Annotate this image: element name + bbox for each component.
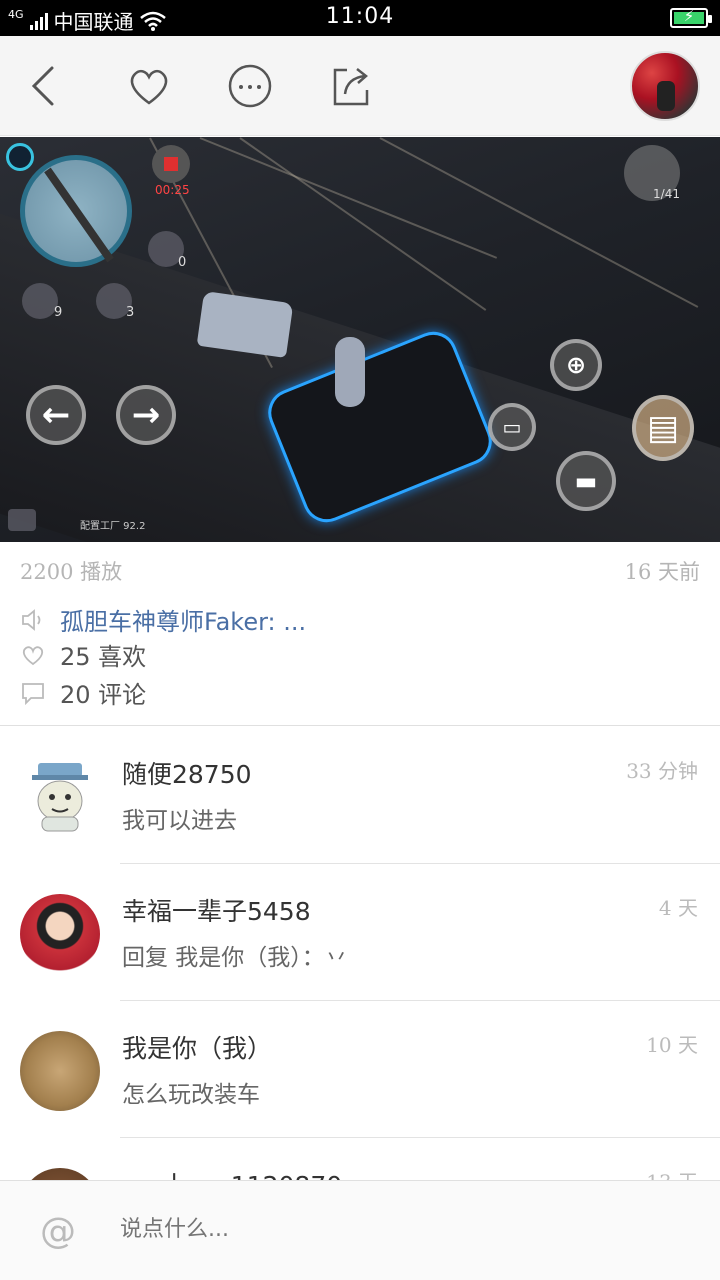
comments-row: 20 评论: [20, 675, 146, 710]
more-icon[interactable]: [226, 62, 274, 110]
post-time: 16 天前: [624, 560, 700, 584]
character: [335, 337, 365, 407]
ammo-count: 1/41: [653, 187, 680, 201]
comment-item[interactable]: 幸福一辈子5458 4 天 回复 我是你（我）：丷: [0, 864, 720, 1001]
likes-row: 25 喜欢: [20, 637, 146, 672]
meme-face-icon: [32, 763, 88, 832]
commenter-name[interactable]: 我是你（我）: [122, 1029, 272, 1065]
comment-input-bar: @: [0, 1180, 720, 1280]
speaker-icon: [22, 608, 41, 631]
pause-icon[interactable]: [6, 143, 34, 171]
comment-text: 回复 我是你（我）：丷: [122, 945, 348, 971]
likes-count: 25 喜欢: [60, 643, 147, 671]
commenter-avatar[interactable]: [20, 894, 100, 974]
comment-item[interactable]: 随便28750 33 分钟 我可以进去: [0, 727, 720, 864]
bridge-cable: [199, 137, 498, 259]
commenter-name[interactable]: 随便28750: [122, 755, 252, 791]
clock: 11:04: [325, 4, 395, 29]
wrench-count: 0: [178, 255, 187, 270]
video-player[interactable]: 00:25 0 9 3 1/41 ← → ⊕ ▭ ▤ ▬ 配置工厂 92.2: [0, 137, 720, 542]
camera-icon[interactable]: [22, 283, 58, 319]
comment-icon: [22, 682, 44, 705]
comment-input[interactable]: [120, 1217, 640, 1242]
comment-time: 33 分钟: [626, 759, 698, 783]
steer-right-button[interactable]: →: [116, 385, 176, 445]
play-count: 2200 播放: [20, 560, 123, 584]
commenter-avatar[interactable]: [20, 1031, 100, 1111]
comment-text: 我可以进去: [122, 808, 237, 834]
comment-item[interactable]: 我是你（我） 10 天 怎么玩改装车: [0, 1001, 720, 1138]
mask-count: 3: [126, 305, 135, 320]
at-icon[interactable]: @: [40, 1211, 76, 1252]
comment-text: 怎么玩改装车: [122, 1082, 260, 1108]
author-row[interactable]: 孤胆车神尊师Faker: ...: [20, 602, 306, 637]
heart-icon[interactable]: [125, 62, 173, 110]
brake-pedal-icon[interactable]: ▬: [556, 451, 616, 511]
comments-count: 20 评论: [60, 681, 147, 709]
door-icon[interactable]: ▭: [488, 403, 536, 451]
gas-pedal-icon[interactable]: ▤: [632, 395, 694, 461]
battery-icon: ⚡: [670, 7, 712, 28]
comment-time: 4 天: [658, 896, 698, 920]
commenter-avatar[interactable]: [20, 757, 100, 837]
author-name[interactable]: 孤胆车神尊师Faker: ...: [60, 602, 306, 637]
steer-left-button[interactable]: ←: [26, 385, 86, 445]
radio-icon[interactable]: [8, 509, 36, 531]
share-icon[interactable]: [327, 62, 375, 110]
video-meta: 2200 播放 16 天前 孤胆车神尊师Faker: ... 25 喜欢 20 …: [0, 542, 720, 726]
radio-station: 配置工厂 92.2: [80, 521, 146, 532]
record-time: 00:25: [155, 183, 190, 197]
record-icon[interactable]: [152, 145, 190, 183]
back-icon[interactable]: [22, 62, 70, 110]
top-toolbar: [0, 36, 720, 136]
camera-count: 9: [54, 305, 63, 320]
commenter-name[interactable]: 幸福一辈子5458: [122, 892, 311, 928]
comment-time: 10 天: [646, 1033, 698, 1057]
heart-outline-icon: [22, 645, 44, 665]
status-bar: 4G 中国联通 11:04 ⚡: [0, 0, 720, 36]
bridge-cable: [239, 137, 487, 311]
target-icon[interactable]: ⊕: [550, 339, 602, 391]
user-avatar[interactable]: [630, 51, 700, 121]
minimap: [20, 155, 132, 267]
